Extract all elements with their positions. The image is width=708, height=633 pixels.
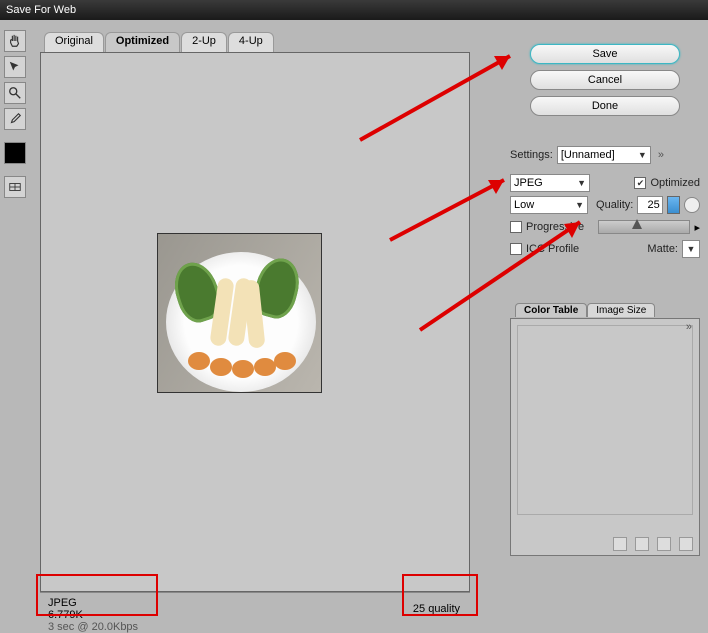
preview-frame: Original Optimized 2-Up 4-Up 01.5 [40, 32, 470, 612]
settings-label: Settings: [510, 149, 553, 161]
color-table-grid [517, 325, 693, 515]
new-color-icon[interactable] [657, 537, 671, 551]
optimized-label: Optimized [650, 177, 700, 189]
chevron-down-icon: ▼ [638, 150, 647, 160]
hand-tool[interactable] [4, 30, 26, 52]
window-title: Save For Web [6, 4, 76, 16]
matte-label: Matte: [647, 243, 678, 255]
optimized-checkbox[interactable]: ✔ [634, 177, 646, 189]
tab-image-size[interactable]: Image Size [587, 303, 655, 317]
toolbox [4, 30, 26, 198]
eyedropper-tool[interactable] [4, 108, 26, 130]
save-button[interactable]: Save [530, 44, 680, 64]
quality-menu-icon[interactable] [684, 197, 700, 213]
tab-4up[interactable]: 4-Up [228, 32, 274, 52]
status-time: 3 sec @ 20.0Kbps [48, 621, 462, 633]
progressive-label: Progressive [526, 221, 584, 233]
colortable-flyout-icon[interactable]: » [683, 321, 695, 333]
quality-input[interactable]: 25 [637, 196, 662, 214]
chevron-down-icon: ▼ [577, 178, 586, 188]
annotation-box-status [36, 574, 158, 616]
toggle-slices-visibility[interactable] [4, 176, 26, 198]
compression-select[interactable]: Low ▼ [510, 196, 588, 214]
slice-select-tool[interactable] [4, 56, 26, 78]
zoom-tool[interactable] [4, 82, 26, 104]
done-button[interactable]: Done [530, 96, 680, 116]
settings-select[interactable]: [Unnamed] ▼ [557, 146, 651, 164]
tab-original[interactable]: Original [44, 32, 104, 52]
progressive-checkbox[interactable] [510, 221, 522, 233]
annotation-box-quality [402, 574, 478, 616]
preset-flyout-icon[interactable]: » [655, 149, 667, 161]
color-table-panel: Color Table Image Size » [510, 318, 700, 556]
iccprofile-checkbox[interactable] [510, 243, 522, 255]
tab-2up[interactable]: 2-Up [181, 32, 227, 52]
compression-value: Low [514, 199, 534, 211]
blur-slider[interactable] [598, 220, 690, 234]
slider-flyout-icon[interactable]: ▸ [694, 221, 700, 234]
matte-select[interactable]: ▼ [682, 240, 700, 258]
format-select[interactable]: JPEG ▼ [510, 174, 590, 192]
window-titlebar: Save For Web [0, 0, 708, 20]
options-panel: Save Cancel Done Settings: [Unnamed]▼ » … [510, 44, 700, 556]
lock-color-icon[interactable] [635, 537, 649, 551]
settings-value: [Unnamed] [561, 149, 615, 161]
preview-canvas[interactable]: 01.5 [40, 52, 470, 592]
cancel-button[interactable]: Cancel [530, 70, 680, 90]
tab-optimized[interactable]: Optimized [105, 32, 180, 52]
quality-label: Quality: [596, 199, 633, 211]
tab-color-table[interactable]: Color Table [515, 303, 587, 317]
quality-slider-button[interactable] [667, 196, 681, 214]
snap-to-web-icon[interactable] [613, 537, 627, 551]
foreground-color-swatch[interactable] [4, 142, 26, 164]
iccprofile-label: ICC Profile [526, 243, 579, 255]
chevron-down-icon: ▼ [687, 244, 696, 254]
chevron-down-icon: ▼ [575, 200, 584, 210]
delete-color-icon[interactable] [679, 537, 693, 551]
preview-tabs: Original Optimized 2-Up 4-Up [44, 32, 470, 52]
format-value: JPEG [514, 177, 543, 189]
image-preview: 01.5 [157, 233, 322, 393]
